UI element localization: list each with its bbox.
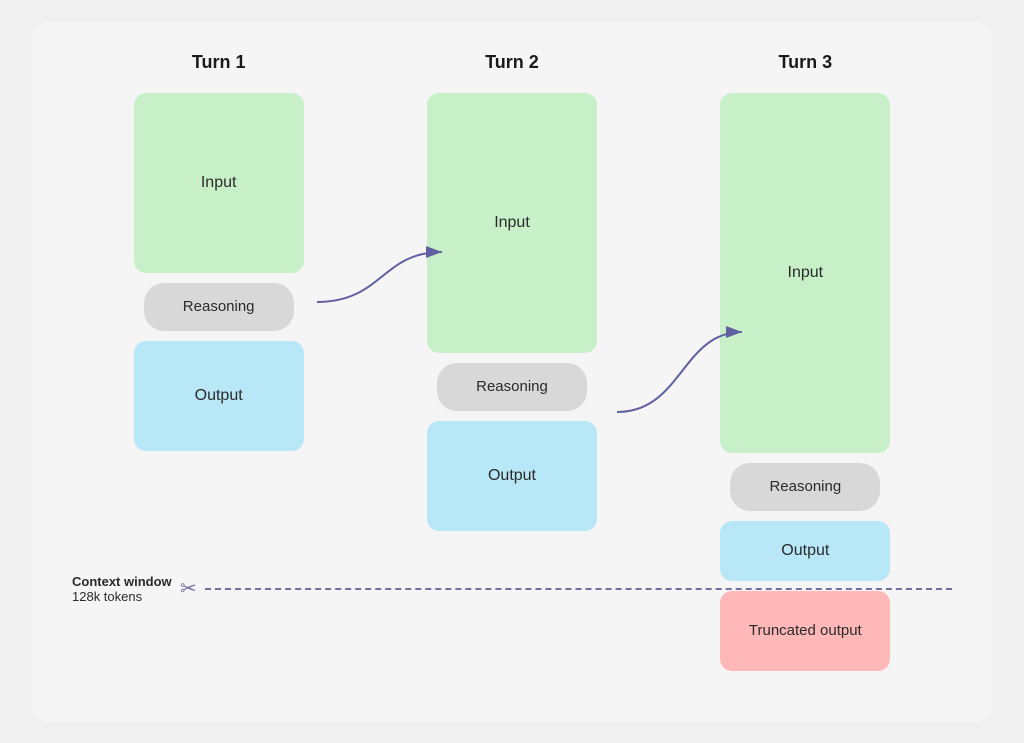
context-window-subtitle: 128k tokens <box>72 589 172 604</box>
turn1-title: Turn 1 <box>192 52 246 73</box>
turn1-reasoning-label: Reasoning <box>183 298 255 315</box>
turn1-input-label: Input <box>201 174 237 192</box>
turn2-reasoning-block: Reasoning <box>437 363 587 411</box>
turn2-input-label: Input <box>494 214 530 232</box>
turn3-output-label: Output <box>781 542 829 560</box>
turn2-reasoning-label: Reasoning <box>476 378 548 395</box>
turn3-reasoning-block: Reasoning <box>730 463 880 511</box>
turn1-reasoning-block: Reasoning <box>144 283 294 331</box>
diagram-container: Turn 1 Input Reasoning Output Turn 2 Inp… <box>32 22 992 722</box>
turn1-column: Turn 1 Input Reasoning Output <box>119 52 319 451</box>
turn2-output-block: Output <box>427 421 597 531</box>
scissors-icon: ✂ <box>180 576 197 601</box>
context-dashed-line <box>205 588 952 590</box>
turn1-input-block: Input <box>134 93 304 273</box>
context-window-line: Context window 128k tokens ✂ <box>32 574 992 604</box>
turn3-output-block: Output <box>720 521 890 581</box>
turn3-reasoning-label: Reasoning <box>769 478 841 495</box>
turn1-output-label: Output <box>195 387 243 405</box>
turn2-input-block: Input <box>427 93 597 353</box>
turn2-output-label: Output <box>488 467 536 485</box>
turn3-input-label: Input <box>788 264 824 282</box>
turn1-output-block: Output <box>134 341 304 451</box>
turn3-input-block: Input <box>720 93 890 453</box>
context-window-title: Context window <box>72 574 172 589</box>
turn2-column: Turn 2 Input Reasoning Output <box>412 52 612 531</box>
context-label: Context window 128k tokens <box>72 574 172 604</box>
turn3-title: Turn 3 <box>778 52 832 73</box>
turn2-title: Turn 2 <box>485 52 539 73</box>
turn3-truncated-label: Truncated output <box>749 622 862 639</box>
